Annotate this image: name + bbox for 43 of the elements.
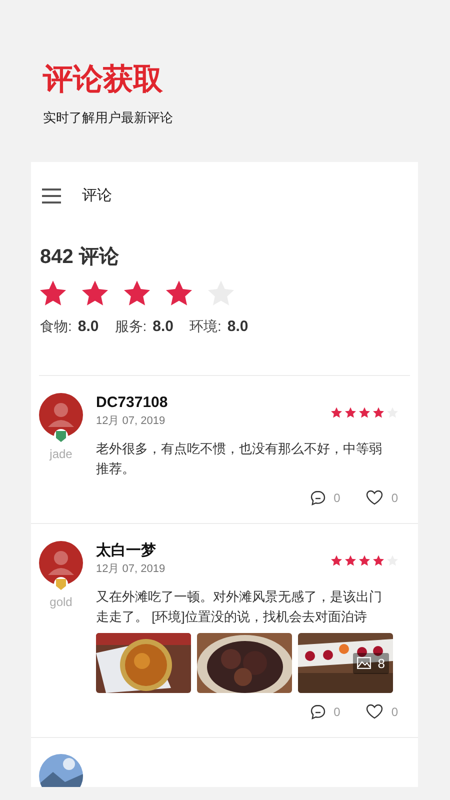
- star-icon: [345, 554, 356, 566]
- level-label: jade: [50, 446, 72, 462]
- comment-icon[interactable]: [310, 490, 326, 506]
- comment-count: 0: [334, 704, 340, 720]
- more-photos-badge[interactable]: 8: [352, 652, 389, 674]
- like-count: 0: [391, 490, 398, 506]
- score-value: 8.0: [78, 317, 99, 337]
- star-icon: [40, 280, 66, 306]
- star-icon: [373, 406, 384, 418]
- review-text: 老外很多，有点吃不惯，也没有那么不好，中等弱推荐。: [96, 440, 383, 478]
- star-icon: [166, 280, 192, 306]
- image-icon: [356, 657, 371, 670]
- heart-icon[interactable]: [366, 490, 384, 505]
- score-value: 8.0: [227, 317, 248, 337]
- score-label: 环境:: [190, 317, 222, 336]
- review-count: 842 评论: [40, 246, 119, 268]
- star-icon: [331, 554, 342, 566]
- score-label: 服务:: [114, 317, 147, 336]
- reviewer-name: 太白一梦: [96, 540, 156, 560]
- avatar-icon: [39, 392, 83, 436]
- review-date: 12月 07, 2019: [96, 414, 166, 428]
- star-icon: [345, 406, 356, 418]
- page-subtitle: 实时了解用户最新评论: [43, 109, 173, 127]
- heart-icon[interactable]: [366, 704, 384, 719]
- avatar-icon: [39, 540, 83, 584]
- score-label: 食物:: [40, 317, 72, 336]
- star-icon: [331, 406, 342, 418]
- toolbar-title: 评论: [82, 186, 112, 206]
- reviewer-name: DC737108: [96, 392, 168, 412]
- like-count: 0: [391, 704, 398, 720]
- level-label: gold: [50, 594, 72, 610]
- comment-icon[interactable]: [310, 704, 326, 720]
- star-icon: [124, 280, 150, 306]
- star-icon: [373, 554, 384, 566]
- page-title: 评论获取: [43, 62, 163, 98]
- comment-count: 0: [334, 490, 340, 506]
- star-icon: [359, 406, 370, 418]
- score-value: 8.0: [152, 317, 174, 337]
- review-date: 12月 07, 2019: [96, 562, 166, 576]
- menu-icon[interactable]: [42, 188, 61, 204]
- star-icon: [82, 280, 108, 306]
- review-text: 又在外滩吃了一顿。对外滩风景无感了，是该出门走走了。 [环境]位置没的说，找机会去对面泊诗: [96, 588, 383, 626]
- star-icon: [359, 554, 370, 566]
